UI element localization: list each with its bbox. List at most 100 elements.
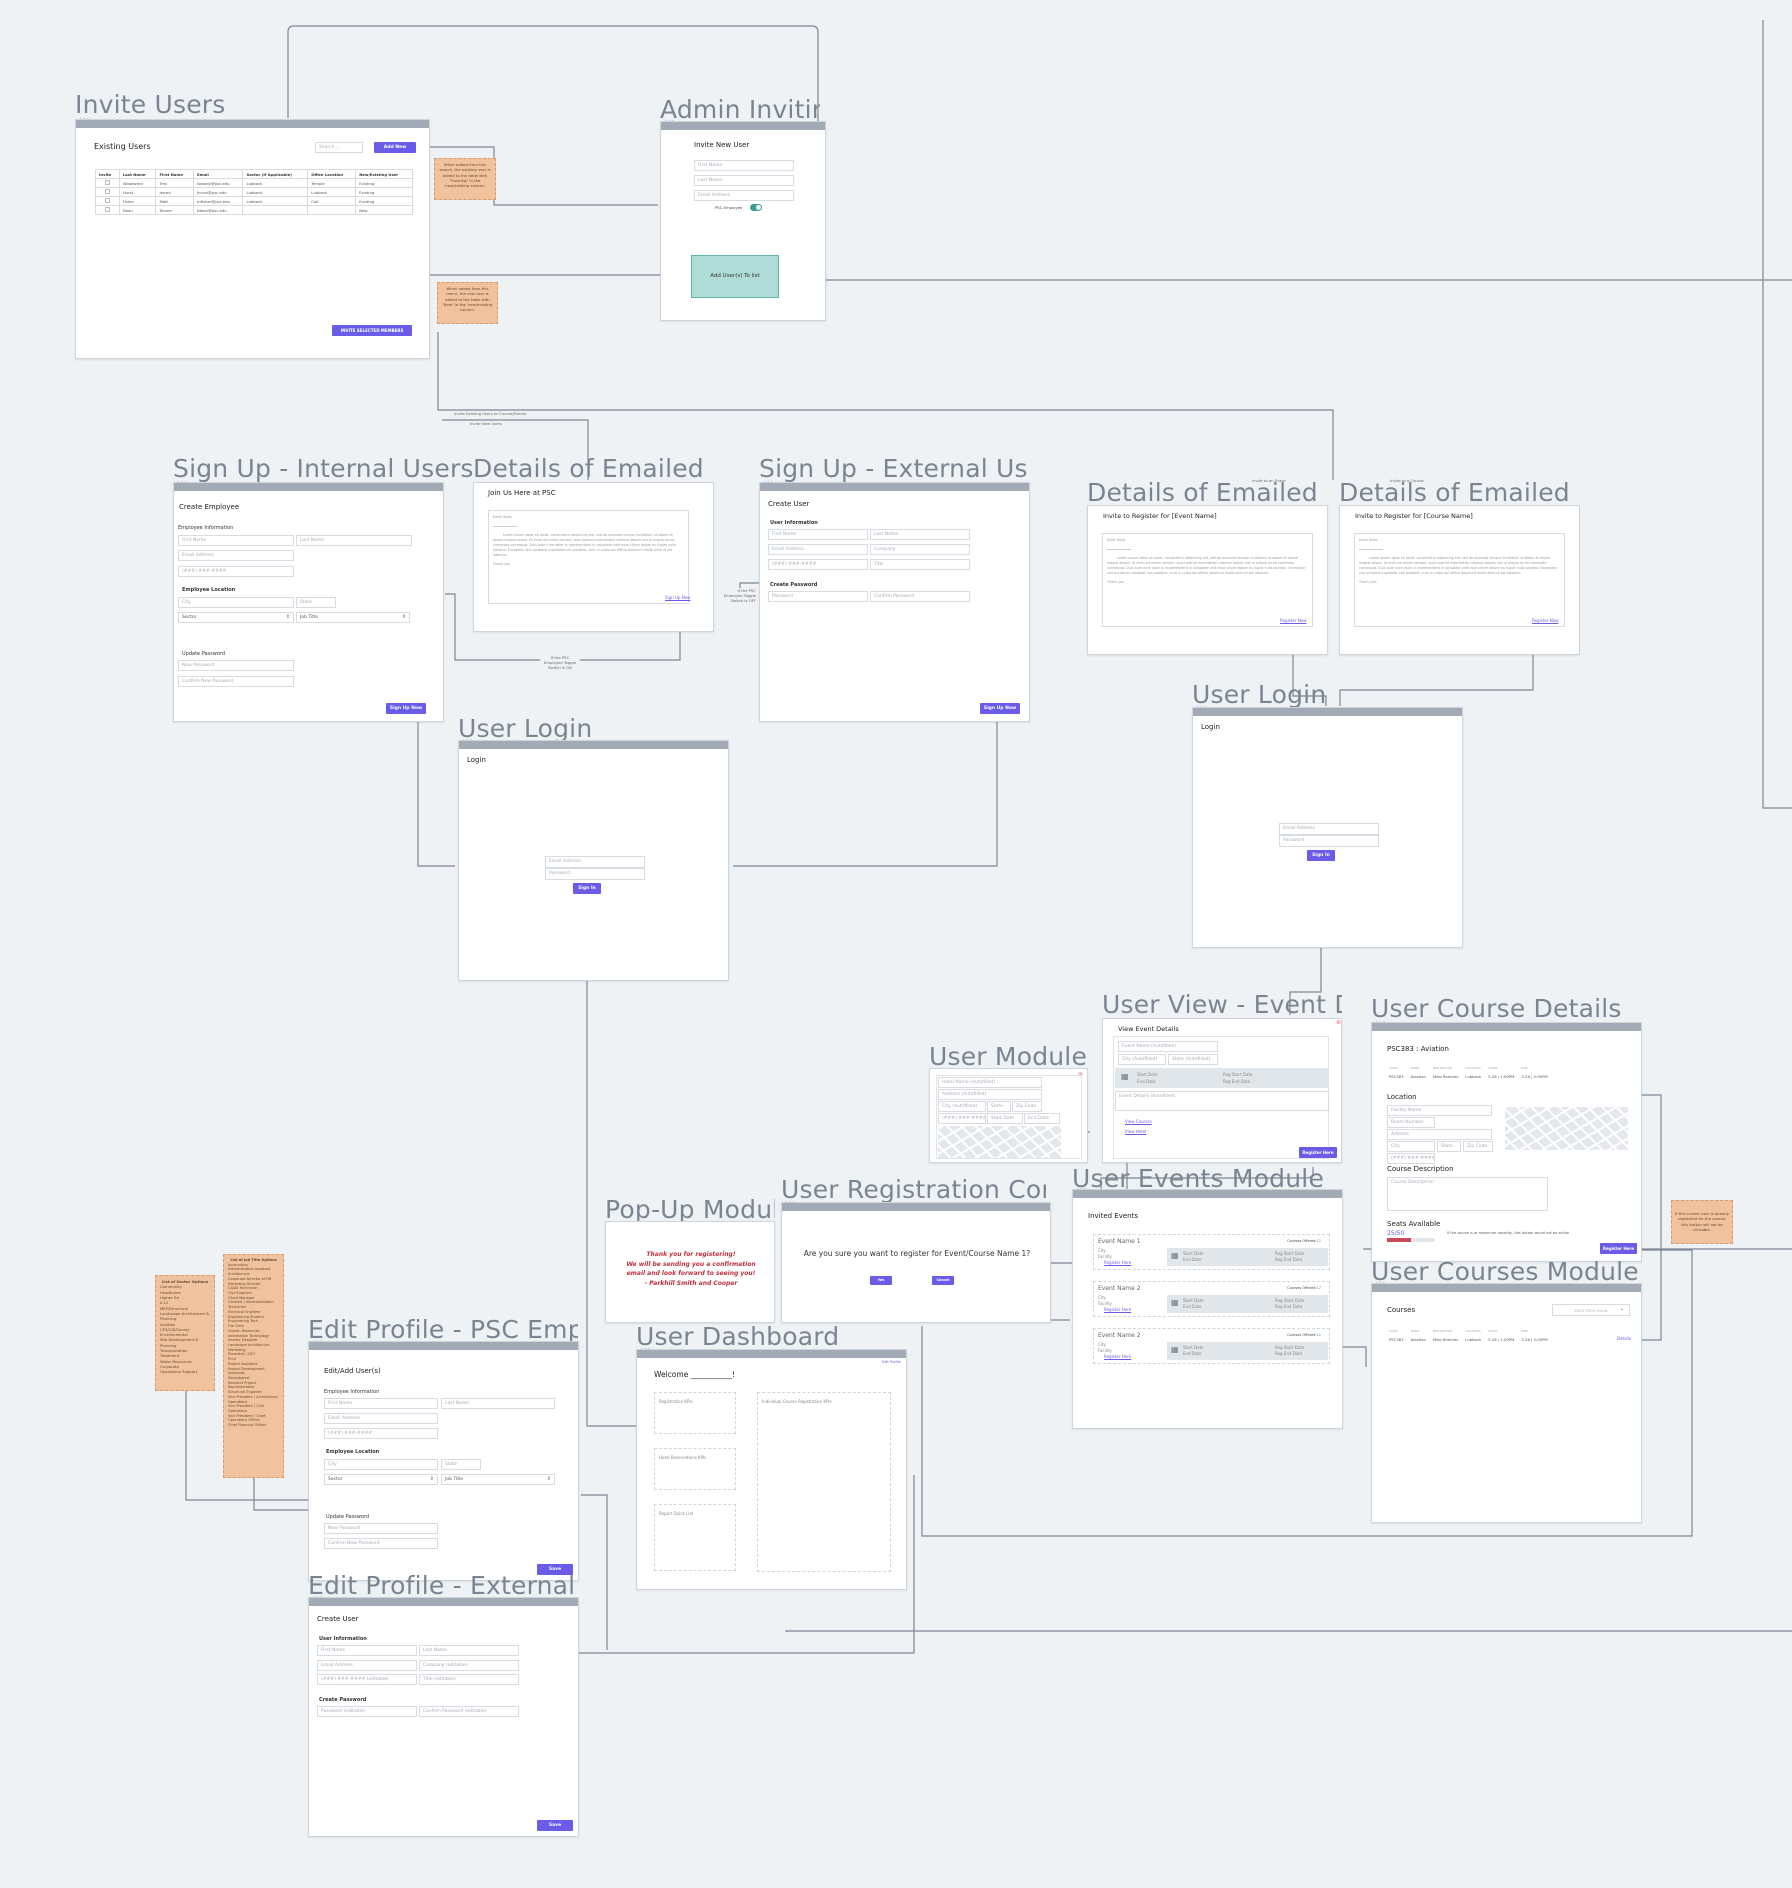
company-input[interactable]: Company: [870, 544, 970, 555]
job-title-select[interactable]: Job Title: [296, 612, 410, 623]
email-input[interactable]: Email Address: [324, 1413, 438, 1424]
sign-in-button[interactable]: Sign In: [573, 883, 601, 894]
password-input[interactable]: Password (editable): [317, 1706, 417, 1717]
phone-input[interactable]: (###) ###-#### (editable): [317, 1674, 417, 1685]
email-input[interactable]: Email Address: [545, 856, 645, 868]
search-input[interactable]: Search...: [315, 142, 363, 153]
employee-location-label: Employee Location: [326, 1449, 380, 1455]
invite-new-user-heading: Invite New User: [694, 141, 750, 149]
edit-profile-link[interactable]: Edit Profile: [882, 1360, 901, 1364]
seats-available-heading: Seats Available: [1387, 1220, 1441, 1228]
email-join-screen: Join Us Here at PSC Email Body Lorem ips…: [473, 482, 714, 632]
invite-checkbox[interactable]: [104, 198, 110, 203]
email-input[interactable]: Email Address: [694, 190, 794, 201]
city-input[interactable]: City: [324, 1459, 438, 1470]
psc-employee-toggle[interactable]: [750, 204, 762, 211]
sign-in-button[interactable]: Sign In: [1307, 850, 1335, 861]
event-card: Event Name 2 Courses Offered:12 City Fac…: [1093, 1281, 1330, 1317]
sign-up-now-link[interactable]: Sign Up Now: [665, 595, 690, 600]
course-kpis-panel: Individual Course Registration KPIs: [757, 1392, 891, 1572]
reg-start-date: Reg Start Date: [1275, 1298, 1305, 1303]
password-input[interactable]: Password: [545, 868, 645, 880]
last-name-input[interactable]: Last Name: [694, 175, 794, 186]
screen-title-hotel-module: User Module of Hotel: [929, 1042, 1089, 1071]
register-here-link[interactable]: Register Here: [1104, 1260, 1131, 1265]
password-input[interactable]: Password: [768, 591, 868, 602]
register-here-button[interactable]: Register Here: [1600, 1243, 1637, 1254]
confirm-password-input[interactable]: Confirm Password: [870, 591, 970, 602]
cell: PSC383: [1389, 1337, 1404, 1342]
yes-button[interactable]: Yes: [870, 1276, 892, 1285]
password-input[interactable]: Password: [1279, 835, 1379, 847]
confirm-password-input[interactable]: Confirm New Password: [324, 1538, 438, 1549]
email-input[interactable]: Email Address: [317, 1660, 417, 1671]
new-password-input[interactable]: New Password: [324, 1523, 438, 1534]
login-screen-2: Login Email Address Password Sign In: [1192, 704, 1463, 948]
close-icon[interactable]: ⊗: [1336, 1019, 1341, 1026]
add-new-button[interactable]: Add New: [374, 142, 416, 153]
title-input[interactable]: Title (editable): [419, 1674, 519, 1685]
first-name-input[interactable]: First Name: [317, 1645, 417, 1656]
cancel-button[interactable]: Cancel: [932, 1276, 954, 1285]
panel-label: Individual Course Registration KPIs: [762, 1399, 832, 1404]
screen-title-signup-internal: Sign Up - Internal Users: [173, 454, 474, 483]
invite-checkbox[interactable]: [104, 189, 110, 194]
invite-checkbox[interactable]: [104, 207, 110, 212]
existing-users-table: Invite Last Name First Name Email Sector…: [95, 169, 413, 215]
user-info-label: User Information: [770, 520, 818, 526]
confirm-password-input[interactable]: Confirm New Password: [178, 676, 294, 687]
new-password-input[interactable]: New Password: [178, 660, 294, 671]
state-input[interactable]: State: [441, 1459, 481, 1470]
first-name-input[interactable]: First Name: [178, 535, 294, 546]
view-hotel-link[interactable]: View Hotel: [1125, 1129, 1146, 1134]
email-input[interactable]: Email Address: [178, 550, 294, 561]
title-input[interactable]: Title: [870, 559, 970, 570]
state-input[interactable]: State: [296, 597, 336, 608]
col-end: END: [1521, 1066, 1528, 1070]
sector-select[interactable]: Sector: [178, 612, 294, 623]
register-here-button[interactable]: Register Here: [1299, 1147, 1337, 1158]
event-dates-box: ▦ Start Date End Date Reg Start Date Reg…: [1167, 1295, 1328, 1313]
register-now-link[interactable]: Register Now: [1280, 618, 1306, 623]
job-title-select[interactable]: Job Title: [441, 1474, 555, 1485]
sign-up-now-button[interactable]: Sign Up Now: [980, 703, 1020, 714]
invite-checkbox[interactable]: [104, 180, 110, 185]
register-here-link[interactable]: Register Here: [1104, 1354, 1131, 1359]
phone-input[interactable]: (###) ###-####: [324, 1428, 438, 1439]
first-name-input[interactable]: First Name: [768, 529, 868, 540]
register-now-link[interactable]: Register Now: [1532, 618, 1558, 623]
city-input[interactable]: City: [178, 597, 294, 608]
company-input[interactable]: Company (editable): [419, 1660, 519, 1671]
save-button[interactable]: Save: [537, 1820, 573, 1831]
email-body-label: Email Body: [1359, 538, 1378, 542]
last-name-input[interactable]: Last Name: [419, 1645, 519, 1656]
email-body-text: Lorem ipsum dolor sit amet, consectetur …: [1359, 555, 1558, 575]
view-courses-link[interactable]: View Courses: [1125, 1119, 1152, 1124]
register-here-link[interactable]: Register Here: [1104, 1307, 1131, 1312]
cell: mfisher@psc.edu: [193, 196, 244, 206]
job-title-options-list: Accounting Administrative Assistant Archit…: [228, 1263, 279, 1428]
last-name-input[interactable]: Last Name: [870, 529, 970, 540]
start-date-field[interactable]: Start Date: [987, 1113, 1023, 1124]
sign-up-now-button[interactable]: Sign Up Now: [386, 703, 426, 714]
phone-input[interactable]: (###) ###-####: [768, 559, 868, 570]
phone-input[interactable]: (###) ###-####: [178, 566, 294, 577]
invite-selected-button[interactable]: INVITE SELECTED MEMBERS: [332, 325, 412, 336]
email-body: Email Body Lorem ipsum dolor sit amet, c…: [488, 510, 689, 604]
details-link[interactable]: Details: [1617, 1336, 1631, 1341]
add-users-to-list-button[interactable]: Add User(s) To list: [691, 255, 779, 298]
last-name-input[interactable]: Last Name: [296, 535, 412, 546]
map-placeholder: [1505, 1107, 1628, 1150]
event-facility: Facility: [1098, 1348, 1112, 1353]
confirm-password-input[interactable]: Confirm Password (editable): [419, 1706, 519, 1717]
last-name-input[interactable]: Last Name: [441, 1398, 555, 1409]
chevron-down-icon: ⌄: [1619, 1306, 1624, 1312]
first-name-input[interactable]: First Name: [694, 160, 794, 171]
event-dropdown[interactable]: 2020 PSCU Event ⌄: [1552, 1304, 1630, 1316]
sector-select[interactable]: Sector: [324, 1474, 438, 1485]
email-input[interactable]: Email Address: [1279, 823, 1379, 835]
first-name-input[interactable]: First Name: [324, 1398, 438, 1409]
email-input[interactable]: Email Address: [768, 544, 868, 555]
login-heading: Login: [1201, 723, 1220, 731]
end-date-field[interactable]: End Date: [1024, 1113, 1060, 1124]
